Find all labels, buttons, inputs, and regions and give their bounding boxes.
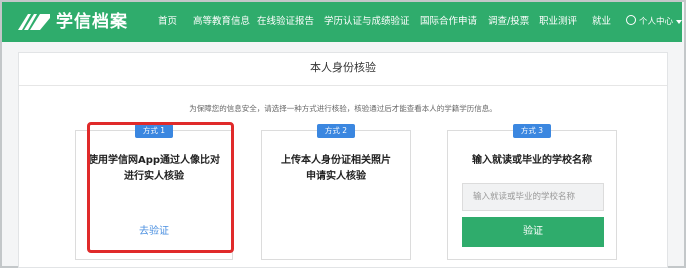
verify-button[interactable]: 验证 — [462, 217, 604, 247]
nav-employment[interactable]: 就业 — [592, 15, 611, 29]
method-card-school-name: 方式 3 输入就读或毕业的学校名称 输入就读或毕业的学校名称 验证 — [447, 124, 617, 260]
top-nav: 学信档案 首页 高等教育信息 在线验证报告 学历认证与成绩验证 国际合作申请 调… — [2, 2, 682, 42]
nav-higher-education[interactable]: 高等教育信息 — [193, 15, 250, 29]
user-center-menu[interactable]: 个人中心 — [639, 15, 673, 29]
method-card-upload-id: 方式 2 上传本人身份证相关照片 申请实人核验 — [261, 124, 411, 260]
nav-online-report[interactable]: 在线验证报告 — [257, 15, 314, 29]
method-title: 输入就读或毕业的学校名称 — [472, 155, 592, 166]
school-name-input[interactable]: 输入就读或毕业的学校名称 — [462, 183, 604, 211]
chevron-down-icon[interactable] — [676, 20, 682, 24]
method-title[interactable]: 申请实人核验 — [262, 169, 410, 185]
security-notice: 为保障您的信息安全，请选择一种方式进行核验，核验通过后才能查看本人的学籍学历信息… — [189, 104, 497, 113]
divider — [19, 85, 667, 86]
nav-international-cooperation[interactable]: 国际合作申请 — [420, 15, 477, 29]
method-badge: 方式 2 — [317, 124, 355, 138]
nav-career-assessment[interactable]: 职业测评 — [539, 15, 577, 29]
highlight-annotation-box — [87, 122, 234, 253]
nav-degree-certification[interactable]: 学历认证与成绩验证 — [324, 15, 410, 29]
book-logo-icon — [18, 14, 50, 30]
brand-name[interactable]: 学信档案 — [56, 10, 128, 34]
method-title[interactable]: 上传本人身份证相关照片 — [262, 153, 410, 169]
nav-survey-vote[interactable]: 调查/投票 — [488, 15, 529, 29]
user-icon[interactable] — [626, 15, 636, 25]
nav-home[interactable]: 首页 — [158, 15, 177, 29]
method-badge: 方式 3 — [513, 124, 551, 138]
page-title: 本人身份核验 — [310, 61, 376, 74]
